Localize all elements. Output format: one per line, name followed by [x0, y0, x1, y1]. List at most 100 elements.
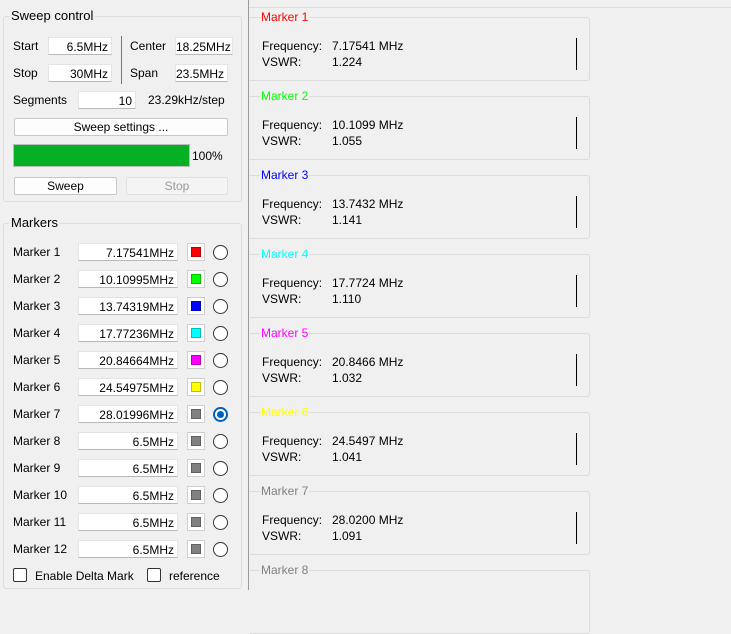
marker-label: Marker 5	[13, 353, 61, 367]
marker-color-button[interactable]	[187, 432, 205, 450]
marker-label: Marker 9	[13, 461, 61, 475]
readout-vswr-row: VSWR: 1.141	[262, 213, 362, 227]
marker-frequency-input[interactable]: 6.5MHz	[78, 540, 178, 558]
stop-button[interactable]: Stop	[126, 177, 228, 195]
vswr-value: 1.110	[332, 292, 362, 306]
marker-color-button[interactable]	[187, 459, 205, 477]
marker-label: Marker 2	[13, 272, 61, 286]
marker-select-radio[interactable]	[213, 542, 228, 557]
readout-vswr-row: VSWR: 1.110	[262, 292, 361, 306]
readout-frequency-row: Frequency: 13.7432 MHz	[262, 197, 403, 211]
marker-color-button[interactable]	[187, 486, 205, 504]
marker-select-radio[interactable]	[213, 380, 228, 395]
marker-color-button[interactable]	[187, 378, 205, 396]
marker-select-radio[interactable]	[213, 461, 228, 476]
vswr-label: VSWR:	[262, 371, 302, 385]
marker-select-radio[interactable]	[213, 407, 228, 422]
markers-title: Markers	[9, 215, 60, 230]
enable-delta-mark-checkbox[interactable]	[13, 568, 27, 582]
marker-color-swatch	[191, 328, 201, 338]
readout-title: Marker 3	[260, 168, 310, 182]
readout-title: Marker 8	[260, 563, 310, 577]
marker-color-button[interactable]	[187, 405, 205, 423]
start-label: Start	[13, 39, 39, 53]
marker-color-button[interactable]	[187, 351, 205, 369]
marker-frequency-input[interactable]: 17.77236MHz	[78, 324, 178, 342]
marker-select-radio[interactable]	[213, 353, 228, 368]
readout-level-bar	[576, 433, 577, 465]
marker-label: Marker 10	[13, 488, 68, 502]
marker-label: Marker 1	[13, 245, 61, 259]
start-input[interactable]: 6.5MHz	[48, 37, 112, 55]
span-input[interactable]: 23.5MHz	[175, 64, 228, 82]
readout-title: Marker 7	[260, 484, 310, 498]
marker-color-swatch	[191, 247, 201, 257]
span-label: Span	[130, 66, 159, 80]
marker-select-radio[interactable]	[213, 272, 228, 287]
marker-color-button[interactable]	[187, 540, 205, 558]
marker-frequency-input[interactable]: 10.10995MHz	[78, 270, 178, 288]
marker-frequency-input[interactable]: 6.5MHz	[78, 486, 178, 504]
marker-select-radio[interactable]	[213, 245, 228, 260]
sweep-control-title: Sweep control	[9, 8, 96, 23]
marker-color-button[interactable]	[187, 243, 205, 261]
marker-select-radio[interactable]	[213, 326, 228, 341]
marker-select-radio[interactable]	[213, 299, 228, 314]
marker-frequency-input[interactable]: 20.84664MHz	[78, 351, 178, 369]
vswr-label: VSWR:	[262, 450, 302, 464]
marker-frequency-input[interactable]: 6.5MHz	[78, 459, 178, 477]
marker-color-swatch	[191, 463, 201, 473]
frequency-label: Frequency:	[262, 276, 323, 290]
vswr-label: VSWR:	[262, 55, 302, 69]
sweep-button[interactable]: Sweep	[14, 177, 117, 195]
reference-label: reference	[169, 569, 220, 583]
readout-frequency-row: Frequency: 17.7724 MHz	[262, 276, 403, 290]
frequency-label: Frequency:	[262, 434, 323, 448]
marker-readout-card: Marker 8	[250, 563, 590, 634]
marker-color-button[interactable]	[187, 270, 205, 288]
marker-select-radio[interactable]	[213, 434, 228, 449]
frequency-value: 24.5497 MHz	[332, 434, 404, 448]
marker-color-swatch	[191, 301, 201, 311]
frequency-label: Frequency:	[262, 197, 323, 211]
marker-select-radio[interactable]	[213, 488, 228, 503]
frequency-value: 13.7432 MHz	[332, 197, 404, 211]
marker-color-swatch	[191, 274, 201, 284]
marker-frequency-input[interactable]: 7.17541MHz	[78, 243, 178, 261]
marker-frequency-input[interactable]: 28.01996MHz	[78, 405, 178, 423]
sweep-settings-button[interactable]: Sweep settings ...	[14, 118, 228, 136]
vswr-value: 1.091	[332, 529, 363, 543]
readout-level-bar	[576, 117, 577, 149]
marker-readout-card: Marker 7 Frequency: 28.0200 MHz VSWR: 1.091	[250, 484, 590, 555]
readout-panel-top-border	[249, 7, 731, 8]
vswr-value: 1.224	[332, 55, 363, 69]
marker-label: Marker 3	[13, 299, 61, 313]
readout-title: Marker 6	[260, 405, 310, 419]
marker-color-button[interactable]	[187, 513, 205, 531]
frequency-label: Frequency:	[262, 39, 323, 53]
marker-readout-card: Marker 3 Frequency: 13.7432 MHz VSWR: 1.141	[250, 168, 590, 239]
readout-level-bar	[576, 275, 577, 307]
segments-input[interactable]: 10	[78, 91, 136, 109]
marker-color-button[interactable]	[187, 324, 205, 342]
vswr-value: 1.041	[332, 450, 363, 464]
reference-checkbox[interactable]	[147, 568, 161, 582]
frequency-label: Frequency:	[262, 118, 323, 132]
frequency-value: 17.7724 MHz	[332, 276, 404, 290]
marker-select-radio[interactable]	[213, 515, 228, 530]
marker-frequency-input[interactable]: 6.5MHz	[78, 513, 178, 531]
center-input[interactable]: 18.25MHz	[175, 37, 233, 55]
readout-frequency-row: Frequency: 28.0200 MHz	[262, 513, 403, 527]
readout-frequency-row: Frequency: 7.17541 MHz	[262, 39, 403, 53]
marker-frequency-input[interactable]: 6.5MHz	[78, 432, 178, 450]
vswr-label: VSWR:	[262, 529, 302, 543]
marker-color-swatch	[191, 409, 201, 419]
sweep-divider	[121, 36, 122, 84]
marker-label: Marker 8	[13, 434, 61, 448]
stop-input[interactable]: 30MHz	[48, 64, 112, 82]
marker-frequency-input[interactable]: 24.54975MHz	[78, 378, 178, 396]
marker-color-button[interactable]	[187, 297, 205, 315]
frequency-label: Frequency:	[262, 513, 323, 527]
marker-readout-card: Marker 6 Frequency: 24.5497 MHz VSWR: 1.041	[250, 405, 590, 476]
marker-frequency-input[interactable]: 13.74319MHz	[78, 297, 178, 315]
